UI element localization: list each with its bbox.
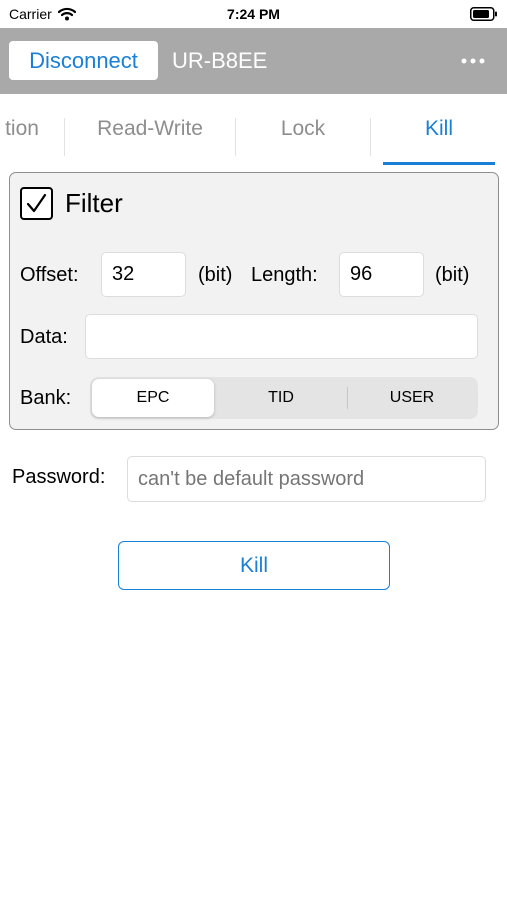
bank-option-tid[interactable]: TID — [216, 379, 346, 417]
status-time: 7:24 PM — [227, 6, 280, 22]
offset-field[interactable]: 32 — [101, 252, 186, 297]
length-unit: (bit) — [435, 264, 470, 286]
filter-label: Filter — [65, 188, 123, 218]
ellipsis-icon[interactable] — [461, 58, 485, 64]
password-label: Password: — [12, 466, 106, 488]
tab-kill[interactable]: Kill — [383, 94, 495, 164]
tab-read-write[interactable]: Read-Write — [65, 94, 235, 164]
tab-lock[interactable]: Lock — [236, 94, 370, 164]
tab-partial[interactable]: tion — [0, 94, 52, 164]
length-field[interactable]: 96 — [339, 252, 424, 297]
active-tab-indicator — [383, 162, 495, 165]
status-bar: Carrier 7:24 PM — [0, 0, 507, 28]
battery-icon — [470, 7, 497, 21]
bank-label: Bank: — [20, 387, 72, 409]
tab-bar: tion Read-Write Lock Kill — [0, 94, 507, 172]
tab-divider — [370, 118, 371, 156]
device-name: UR-B8EE — [172, 48, 268, 73]
data-label: Data: — [20, 326, 68, 348]
nav-bar: Disconnect UR-B8EE — [0, 28, 507, 94]
offset-label: Offset: — [20, 264, 79, 286]
password-input[interactable] — [127, 456, 486, 502]
bank-option-user[interactable]: USER — [348, 379, 476, 417]
filter-panel: Filter Offset: 32 (bit) Length: 96 (bit)… — [9, 172, 499, 430]
checkmark-icon — [26, 193, 47, 213]
data-field[interactable] — [85, 314, 478, 359]
filter-checkbox[interactable] — [20, 187, 53, 220]
bank-segmented-control: EPC TID USER — [90, 377, 478, 419]
disconnect-button[interactable]: Disconnect — [9, 41, 158, 80]
bank-option-epc[interactable]: EPC — [92, 379, 214, 417]
offset-unit: (bit) — [198, 264, 233, 286]
length-label: Length: — [251, 264, 318, 286]
kill-button[interactable]: Kill — [118, 541, 390, 590]
